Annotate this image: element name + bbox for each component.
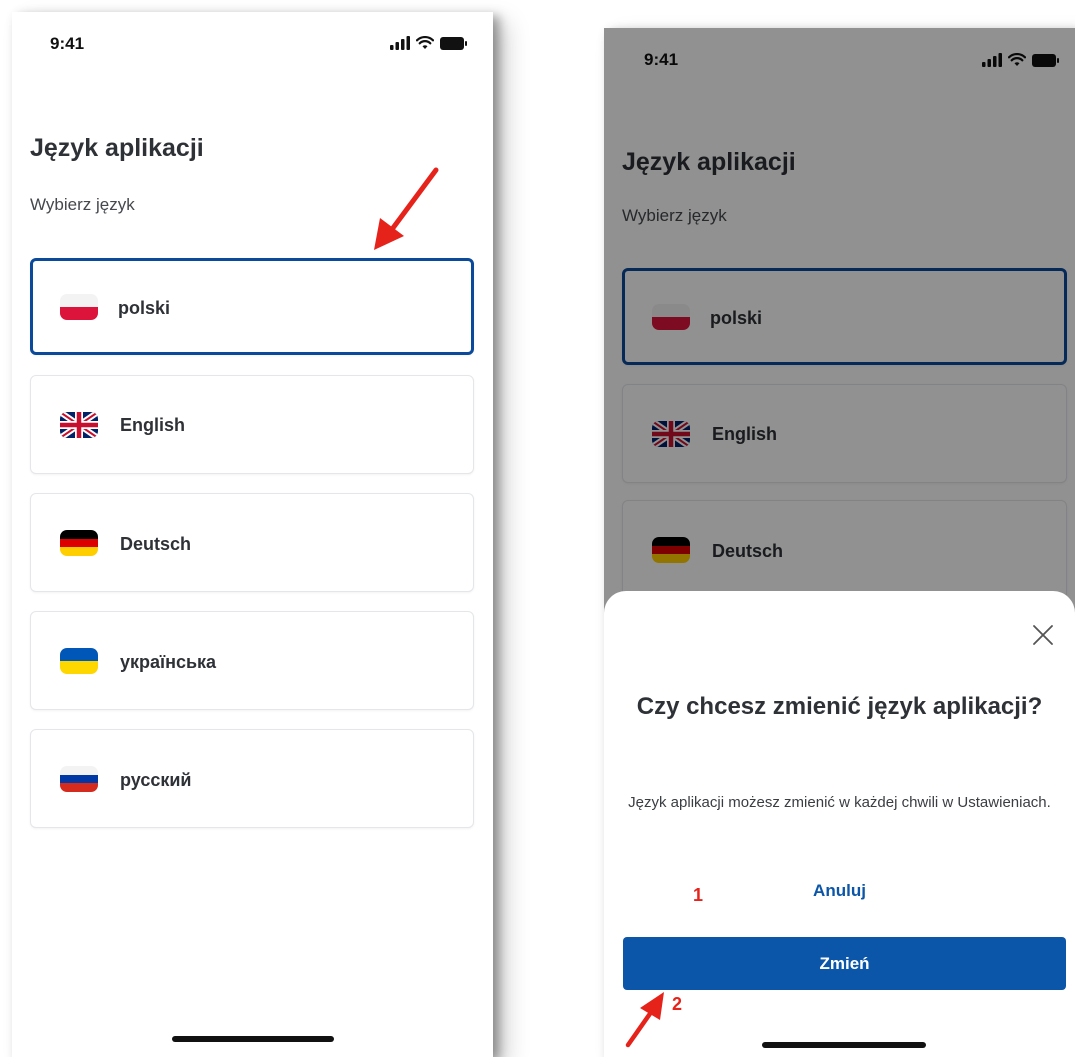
confirm-dialog-sheet: Czy chcesz zmienić język aplikacji? Języ… [604, 591, 1075, 1057]
dialog-message: Język aplikacji możesz zmienić w każdej … [628, 794, 1051, 811]
battery-icon [440, 36, 467, 50]
language-option-english[interactable]: English [30, 375, 474, 474]
flag-germany-icon [60, 530, 98, 556]
flag-russia-icon [60, 766, 98, 792]
annotation-arrow-icon [374, 167, 439, 250]
language-option-polski[interactable]: polski [30, 258, 474, 355]
status-bar: 9:41 [12, 12, 493, 72]
language-label: русский [120, 770, 192, 790]
status-time: 9:41 [50, 34, 85, 53]
annotation-step-1: 1 [693, 885, 704, 905]
home-indicator [762, 1042, 926, 1048]
wifi-icon [416, 36, 434, 49]
cancel-button[interactable]: Anuluj [604, 881, 1075, 901]
home-indicator [172, 1036, 334, 1042]
language-option-ukrainian[interactable]: українська [30, 611, 474, 710]
status-icons [390, 36, 467, 50]
annotation-arrow-icon [625, 992, 664, 1048]
page-subtitle: Wybierz język [30, 195, 135, 214]
cellular-signal-icon [390, 36, 410, 50]
flag-poland-icon [60, 294, 98, 320]
flag-uk-icon [60, 412, 98, 438]
language-label: English [120, 415, 186, 435]
language-label: polski [118, 298, 171, 318]
flag-ukraine-icon [60, 648, 98, 674]
language-label: Deutsch [120, 534, 192, 554]
language-label: українська [120, 652, 217, 672]
language-screen-with-dialog: 9:41 Język aplikacji Wybierz język polsk… [604, 28, 1075, 1057]
page-title: Język aplikacji [30, 134, 204, 162]
annotation-step-2: 2 [672, 994, 683, 1014]
close-icon[interactable] [1029, 621, 1057, 649]
language-option-deutsch[interactable]: Deutsch [30, 493, 474, 592]
change-button[interactable]: Zmień [623, 937, 1066, 990]
dialog-title: Czy chcesz zmienić język aplikacji? [636, 693, 1043, 720]
language-option-russian[interactable]: русский [30, 729, 474, 828]
